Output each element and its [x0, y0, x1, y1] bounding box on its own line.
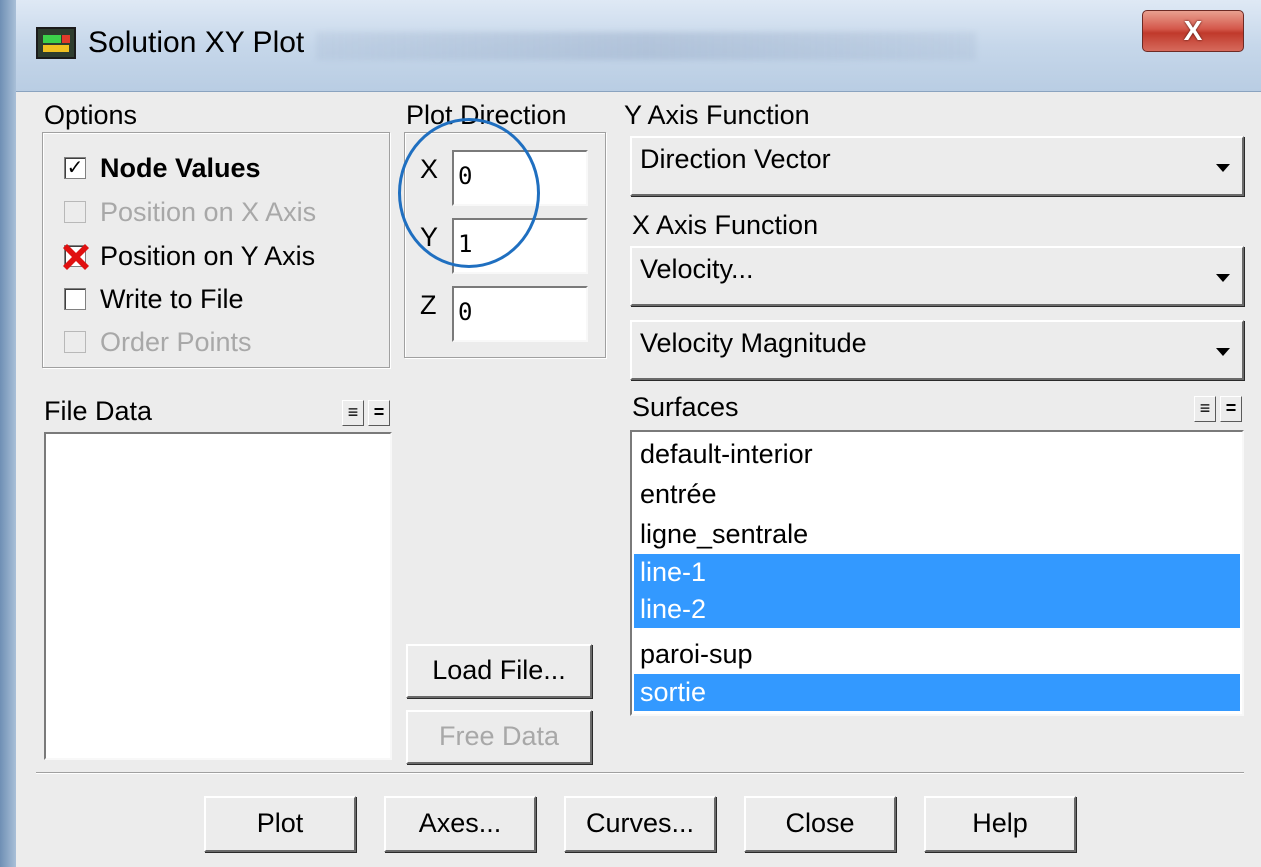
- surface-item[interactable]: paroi-sup: [634, 636, 1240, 673]
- checkbox-box: [64, 201, 86, 223]
- plot-direction-label: Plot Direction: [406, 100, 567, 130]
- write-to-file-checkbox[interactable]: Write to File: [64, 281, 244, 317]
- chevron-down-icon: [1216, 164, 1230, 172]
- x-axis-function-dropdown[interactable]: Velocity Magnitude: [630, 320, 1244, 380]
- chevron-down-icon: [1216, 274, 1230, 282]
- dropdown-value: Velocity Magnitude: [640, 328, 867, 358]
- options-label: Options: [44, 100, 138, 130]
- x-axis-function-label: X Axis Function: [632, 210, 819, 240]
- x-axis-category-dropdown[interactable]: Velocity...: [630, 246, 1244, 306]
- order-points-label: Order Points: [100, 326, 252, 357]
- write-to-file-label: Write to File: [100, 283, 244, 314]
- y-axis-function-label: Y Axis Function: [624, 100, 810, 130]
- surfaces-label: Surfaces: [632, 392, 739, 422]
- position-on-y-axis-label: Position on Y Axis: [100, 240, 316, 271]
- node-values-label: Node Values: [100, 152, 261, 183]
- curves-button[interactable]: Curves...: [564, 796, 716, 852]
- checkbox-box[interactable]: [63, 244, 89, 270]
- y-axis-function-dropdown[interactable]: Direction Vector: [630, 136, 1244, 196]
- x-direction-input[interactable]: 0: [452, 150, 588, 206]
- axes-button[interactable]: Axes...: [384, 796, 536, 852]
- footer-separator: [36, 772, 1244, 774]
- surface-item-selected[interactable]: line-2: [634, 591, 1240, 628]
- file-data-label: File Data: [44, 396, 153, 426]
- file-data-list[interactable]: [44, 432, 392, 760]
- x-direction-label: X: [420, 154, 439, 184]
- z-direction-input[interactable]: 0: [452, 286, 588, 342]
- y-direction-input[interactable]: 1: [452, 218, 588, 274]
- y-direction-label: Y: [420, 222, 439, 252]
- dropdown-value: Velocity...: [640, 254, 754, 284]
- dropdown-value: Direction Vector: [640, 144, 831, 174]
- free-data-button: Free Data: [406, 710, 592, 764]
- position-on-y-axis-checkbox[interactable]: Position on Y Axis: [63, 238, 316, 274]
- load-file-button[interactable]: Load File...: [406, 644, 592, 698]
- position-on-x-axis-label: Position on X Axis: [100, 196, 317, 227]
- surface-item[interactable]: ligne_sentrale: [634, 516, 1240, 553]
- app-icon: [36, 27, 76, 59]
- window-edge: [0, 0, 16, 867]
- help-button[interactable]: Help: [924, 796, 1076, 852]
- close-button[interactable]: Close: [744, 796, 896, 852]
- red-x-mark-icon: [63, 244, 89, 270]
- checkbox-box[interactable]: ✓: [64, 157, 86, 179]
- background-menu-ghost: [316, 32, 976, 60]
- checkbox-box[interactable]: [64, 288, 86, 310]
- solution-xy-plot-dialog: Solution XY Plot X Options ✓ Node Values…: [0, 0, 1261, 867]
- node-values-checkbox[interactable]: ✓ Node Values: [64, 150, 261, 186]
- chevron-down-icon: [1216, 348, 1230, 356]
- surface-item-selected[interactable]: line-1: [634, 554, 1240, 591]
- window-title: Solution XY Plot: [88, 26, 305, 59]
- z-direction-label: Z: [420, 290, 437, 320]
- surface-item[interactable]: default-interior: [634, 436, 1240, 473]
- window-close-button[interactable]: X: [1142, 10, 1244, 52]
- position-on-x-axis-checkbox: Position on X Axis: [64, 194, 316, 230]
- checkbox-box: [64, 331, 86, 353]
- deselect-all-icon[interactable]: =: [368, 400, 390, 426]
- select-all-icon[interactable]: ≡: [342, 400, 364, 426]
- plot-button[interactable]: Plot: [204, 796, 356, 852]
- surface-item[interactable]: entrée: [634, 476, 1240, 513]
- surface-item-selected[interactable]: sortie: [634, 674, 1240, 711]
- order-points-checkbox: Order Points: [64, 324, 252, 360]
- deselect-all-icon[interactable]: =: [1220, 396, 1242, 422]
- select-all-icon[interactable]: ≡: [1194, 396, 1216, 422]
- surfaces-list[interactable]: default-interior entrée ligne_sentrale l…: [630, 430, 1244, 716]
